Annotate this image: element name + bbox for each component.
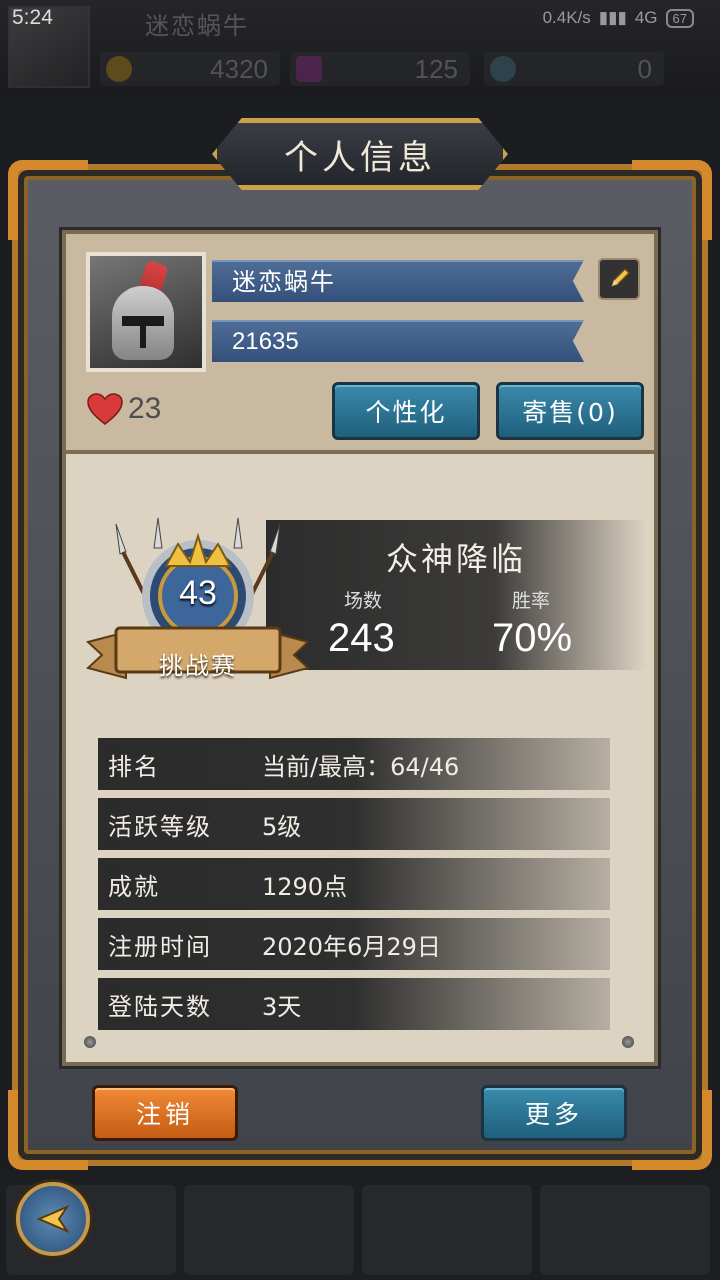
info-row-activity-level: 活跃等级 5级 <box>98 798 610 850</box>
rank-level: 43 <box>179 574 217 612</box>
nav-slot-2[interactable] <box>184 1185 354 1275</box>
consign-button[interactable]: 寄售(0) <box>496 382 644 440</box>
info-row-label: 排名 <box>108 752 160 781</box>
mode-title: 众神降临 <box>385 540 526 578</box>
likes-count: 23 <box>128 392 162 425</box>
winrate-value: 70% <box>492 616 573 660</box>
info-row-label: 注册时间 <box>108 932 212 961</box>
status-network: 0.4K/s ▮▮▮ 4G 67 <box>543 8 694 28</box>
info-panel: 迷恋蜗牛 21635 23 个性化 寄售(0) 众神降临 场数 243 胜率 7… <box>62 230 658 1066</box>
matches-label: 场数 <box>344 590 383 612</box>
rank-badge: 43 挑战赛 <box>85 516 311 686</box>
info-row-value: 1290点 <box>262 872 348 901</box>
frame-corner-ornament <box>632 160 712 240</box>
gem-counter: 125 <box>290 52 470 86</box>
dialog-title-plate: 个人信息 <box>212 118 508 190</box>
rank-mode-label: 挑战赛 <box>159 652 237 680</box>
pencil-icon <box>610 267 631 288</box>
nav-slot-4[interactable] <box>540 1185 710 1275</box>
battery-icon: 67 <box>665 8 694 28</box>
info-row-achievements: 成就 1290点 <box>98 858 610 910</box>
avatar[interactable] <box>86 252 206 372</box>
logout-button[interactable]: 注销 <box>92 1085 238 1141</box>
info-row-value: 3天 <box>262 992 302 1021</box>
info-row-value: 当前/最高：64/46 <box>262 752 460 781</box>
player-name: 迷恋蜗牛 <box>212 260 584 302</box>
winrate-label: 胜率 <box>512 590 551 612</box>
network-speed: 0.4K/s <box>542 8 591 27</box>
helmet-slot <box>140 322 146 348</box>
gold-amount: 4320 <box>210 53 268 84</box>
frame-corner-ornament <box>632 1090 712 1170</box>
frame-corner-ornament <box>8 160 88 240</box>
panel-rivet <box>622 1036 634 1048</box>
status-time: 5:24 <box>12 6 53 29</box>
edit-name-button[interactable] <box>598 258 640 300</box>
token-icon <box>490 56 516 82</box>
info-row-register-date: 注册时间 2020年6月29日 <box>98 918 610 970</box>
info-row-value: 2020年6月29日 <box>262 932 441 961</box>
personalize-button[interactable]: 个性化 <box>332 382 480 440</box>
info-row-login-days: 登陆天数 3天 <box>98 978 610 1030</box>
info-row-label: 成就 <box>108 872 160 901</box>
gold-counter: 4320 <box>100 52 280 86</box>
gem-amount: 125 <box>414 53 458 84</box>
panel-rivet <box>84 1036 96 1048</box>
profile-header: 迷恋蜗牛 21635 23 个性化 寄售(0) <box>66 234 654 454</box>
mode-stats: 众神降临 场数 243 胜率 70% <box>266 520 646 670</box>
nav-slot-3[interactable] <box>362 1185 532 1275</box>
gem-icon <box>296 56 322 82</box>
signal-icon: ▮▮▮ <box>598 8 627 27</box>
status-bar: 5:24 0.4K/s ▮▮▮ 4G 67 <box>0 0 720 40</box>
frame-corner-ornament <box>8 1090 88 1170</box>
personal-info-dialog: 个人信息 迷恋蜗牛 21635 23 个性化 寄售(0) 众神降临 场数 243… <box>8 118 712 1170</box>
heart-icon <box>87 393 123 425</box>
gold-coin-icon <box>106 56 132 82</box>
dialog-title: 个人信息 <box>284 137 436 178</box>
back-button[interactable] <box>16 1182 90 1256</box>
info-row-label: 登陆天数 <box>108 992 212 1021</box>
token-counter: 0 <box>484 52 664 86</box>
token-amount: 0 <box>637 53 652 84</box>
player-id: 21635 <box>212 320 584 362</box>
matches-value: 243 <box>328 616 395 660</box>
info-row-rank: 排名 当前/最高：64/46 <box>98 738 610 790</box>
network-type: 4G <box>634 8 658 27</box>
info-row-value: 5级 <box>262 812 302 841</box>
likes-counter: 23 <box>86 392 161 426</box>
more-button[interactable]: 更多 <box>481 1085 627 1141</box>
back-arrow-icon <box>36 1204 70 1234</box>
info-row-label: 活跃等级 <box>108 812 212 841</box>
